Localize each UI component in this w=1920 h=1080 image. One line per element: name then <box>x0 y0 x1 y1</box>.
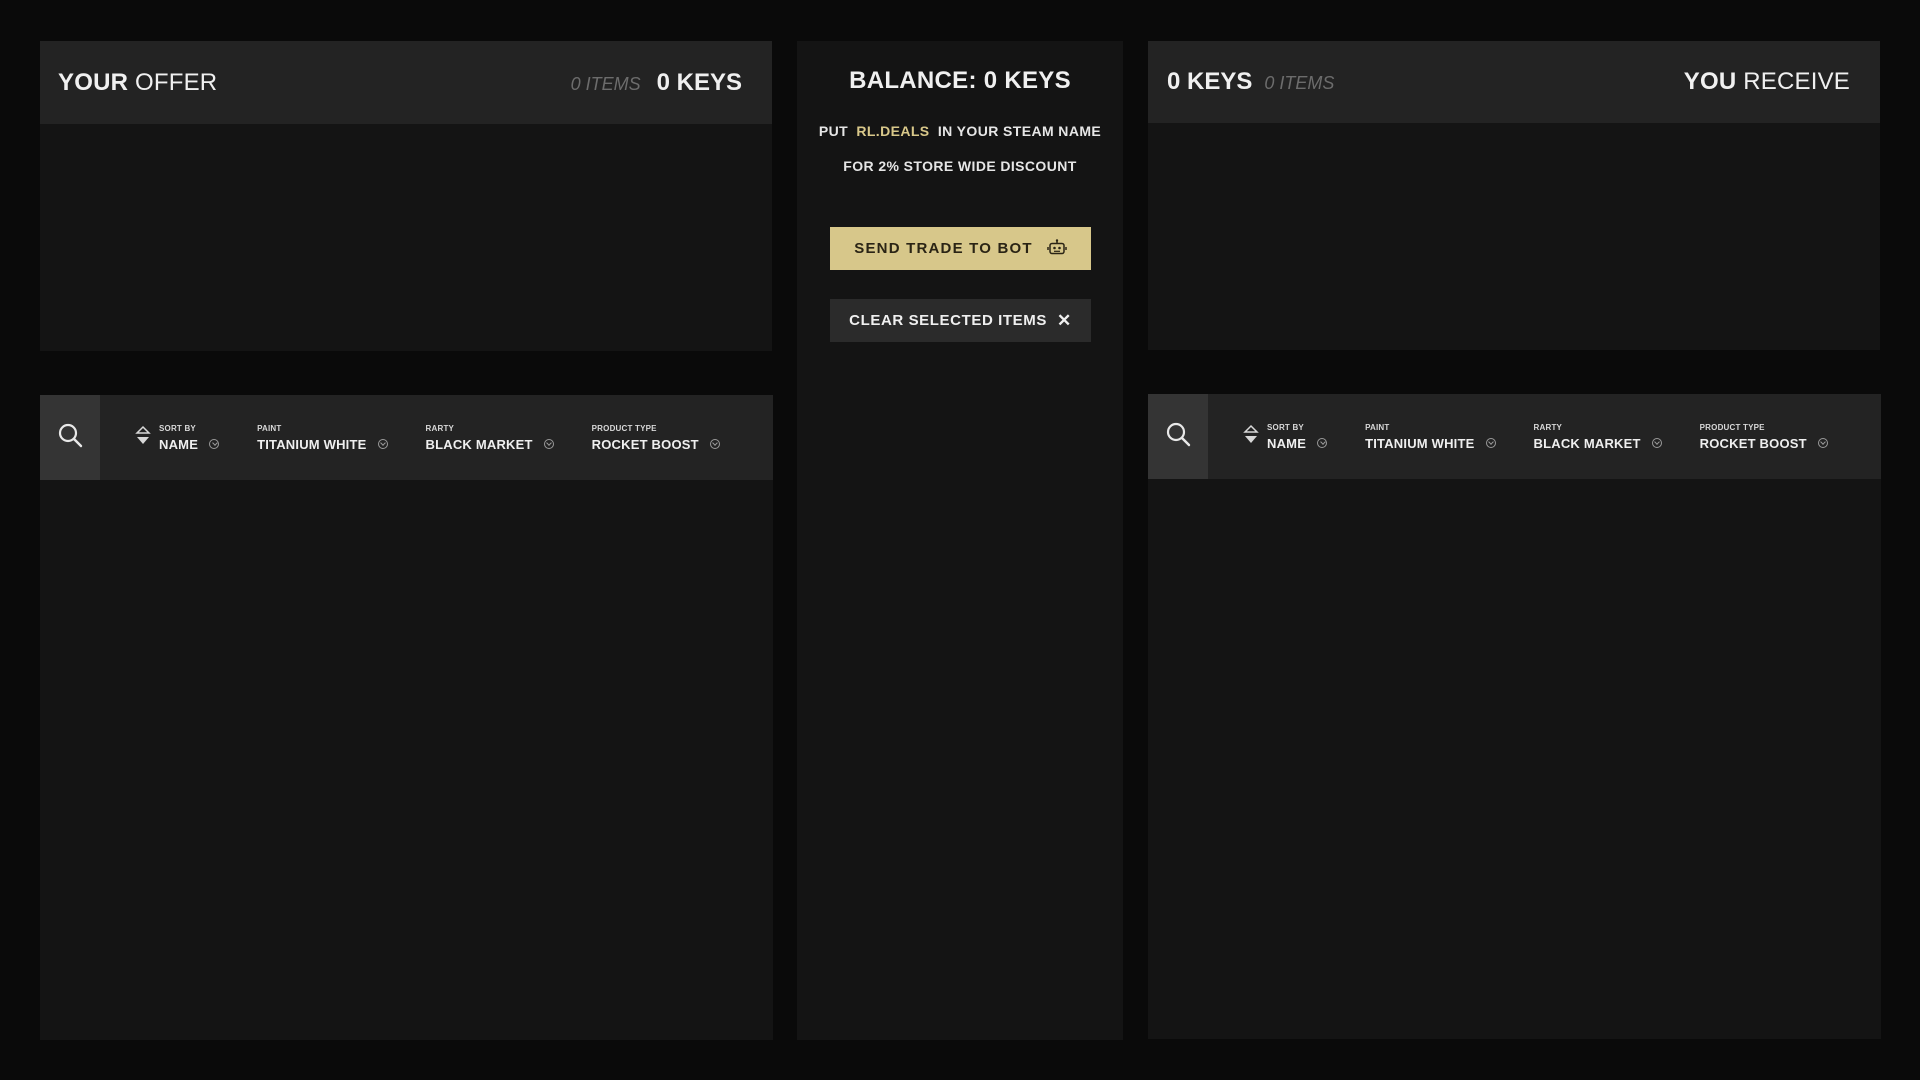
chevron-down-icon <box>377 438 388 449</box>
trade-center-panel: BALANCE: 0 KEYS PUT RL.DEALS IN YOUR STE… <box>797 41 1123 1040</box>
sort-icon <box>1243 424 1259 451</box>
product-type-value: ROCKET BOOST <box>591 436 699 452</box>
inventory-filter-bar-right: SORT BY NAME PAINT TITANIUM WHITE RARTY … <box>1148 394 1881 479</box>
you-receive-items-count: 0 ITEMS <box>1264 72 1335 93</box>
you-receive-title-bold: YOU <box>1683 68 1737 95</box>
rarity-value: BLACK MARKET <box>1533 435 1641 451</box>
robot-icon <box>1046 238 1067 259</box>
sort-by-label: SORT BY <box>159 423 196 433</box>
paint-value: TITANIUM WHITE <box>257 436 367 452</box>
search-button[interactable] <box>40 395 100 480</box>
rarity-dropdown[interactable]: RARTY BLACK MARKET <box>1534 423 1662 451</box>
you-receive-title: YOU RECEIVE <box>1684 68 1850 96</box>
product-type-dropdown[interactable]: PRODUCT TYPE ROCKET BOOST <box>592 424 720 452</box>
promo-line-2: FOR 2% STORE WIDE DISCOUNT <box>843 158 1077 174</box>
paint-label: PAINT <box>257 423 282 433</box>
promo-suffix: IN YOUR STEAM NAME <box>937 123 1102 139</box>
chevron-down-icon <box>543 438 554 449</box>
send-trade-to-bot-button[interactable]: SEND TRADE TO BOT <box>830 227 1091 270</box>
your-offer-keys-count: 0 KEYS <box>656 68 742 96</box>
chevron-down-icon <box>1651 437 1662 448</box>
you-receive-header: 0 KEYS 0 ITEMS YOU RECEIVE <box>1148 41 1880 123</box>
chevron-down-icon <box>1817 437 1828 448</box>
your-offer-header: YOUR OFFER 0 ITEMS 0 KEYS <box>40 41 772 124</box>
sort-by-label: SORT BY <box>1267 422 1304 432</box>
rarity-dropdown[interactable]: RARTY BLACK MARKET <box>426 424 554 452</box>
balance-display: BALANCE: 0 KEYS <box>849 67 1071 94</box>
paint-value: TITANIUM WHITE <box>1365 435 1475 451</box>
chevron-down-icon <box>209 438 220 449</box>
paint-dropdown[interactable]: PAINT TITANIUM WHITE <box>1365 422 1496 451</box>
sort-by-value: NAME <box>1267 435 1307 451</box>
you-receive-title-thin: RECEIVE <box>1743 68 1850 95</box>
clear-selected-items-button[interactable]: CLEAR SELECTED ITEMS ✕ <box>830 299 1091 342</box>
sort-by-value: NAME <box>159 436 199 452</box>
product-type-dropdown[interactable]: PRODUCT TYPE ROCKET BOOST <box>1700 423 1828 451</box>
rarity-label: RARTY <box>425 423 455 433</box>
promo-line-1: PUT RL.DEALS IN YOUR STEAM NAME <box>797 123 1123 139</box>
you-receive-items-area <box>1148 123 1880 350</box>
search-icon <box>57 422 83 453</box>
your-offer-items-area <box>40 124 772 351</box>
your-offer-items-count: 0 ITEMS <box>570 74 641 94</box>
product-type-value: ROCKET BOOST <box>1699 435 1807 451</box>
product-type-label: PRODUCT TYPE <box>591 423 657 433</box>
clear-selected-label: CLEAR SELECTED ITEMS <box>849 312 1047 329</box>
search-button[interactable] <box>1148 394 1208 479</box>
paint-dropdown[interactable]: PAINT TITANIUM WHITE <box>257 423 388 452</box>
product-type-label: PRODUCT TYPE <box>1699 422 1765 432</box>
chevron-down-icon <box>709 438 720 449</box>
paint-label: PAINT <box>1365 422 1390 432</box>
promo-site-name: RL.DEALS <box>856 123 930 139</box>
chevron-down-icon <box>1317 437 1328 448</box>
search-icon <box>1165 421 1191 452</box>
close-icon: ✕ <box>1057 310 1072 330</box>
promo-prefix: PUT <box>818 123 849 139</box>
you-receive-keys-count: 0 KEYS <box>1167 68 1253 95</box>
your-offer-title-bold: YOUR <box>58 68 129 96</box>
sort-by-dropdown[interactable]: SORT BY NAME <box>135 423 220 452</box>
sort-by-dropdown[interactable]: SORT BY NAME <box>1243 422 1328 451</box>
send-trade-label: SEND TRADE TO BOT <box>854 240 1033 257</box>
rarity-label: RARTY <box>1533 422 1563 432</box>
bot-inventory-grid <box>1148 479 1881 1039</box>
sort-icon <box>135 425 151 452</box>
chevron-down-icon <box>1485 437 1496 448</box>
your-inventory-grid <box>40 480 773 1040</box>
rarity-value: BLACK MARKET <box>425 436 533 452</box>
inventory-filter-bar-left: SORT BY NAME PAINT TITANIUM WHITE RARTY … <box>40 395 773 480</box>
your-offer-title: YOUR OFFER <box>58 69 217 97</box>
your-offer-title-thin: OFFER <box>135 68 218 96</box>
